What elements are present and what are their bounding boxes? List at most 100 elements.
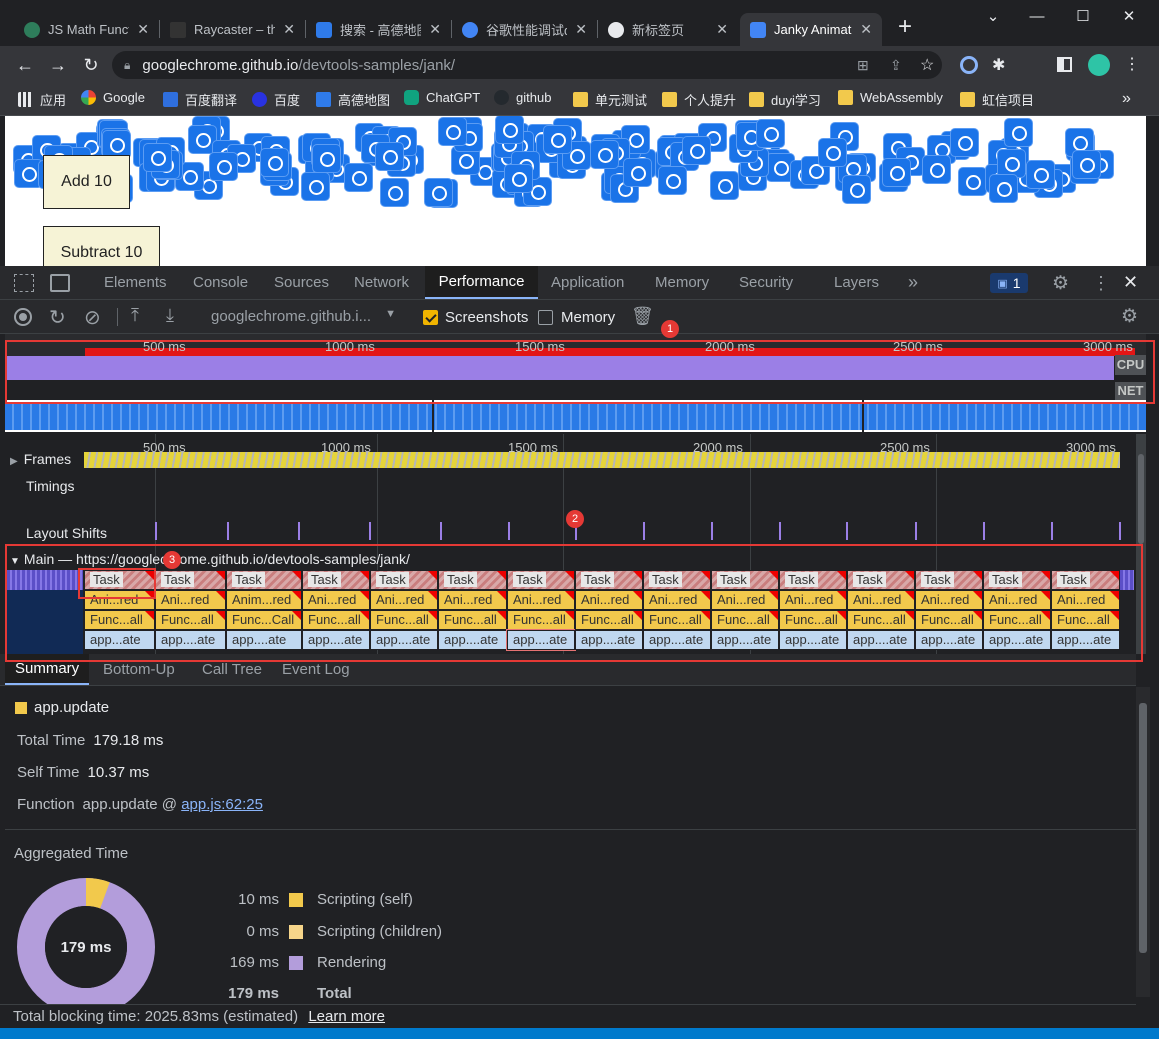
timings-label: Timings (26, 478, 75, 494)
bookmark-chatgpt[interactable]: ChatGPT (404, 90, 480, 105)
timeline-scrollbar-thumb[interactable] (1138, 454, 1144, 544)
capture-settings-gear-icon[interactable]: ⚙ (1121, 305, 1138, 328)
layout-shift-marker[interactable] (846, 522, 848, 540)
bookmark-baidu-translate[interactable]: 百度翻译 (163, 90, 237, 109)
tab-security[interactable]: Security (727, 266, 805, 299)
layout-shift-marker[interactable] (915, 522, 917, 540)
profile-avatar[interactable] (1088, 54, 1110, 76)
screenshots-checkbox[interactable]: Screenshots (423, 309, 528, 326)
issues-badge[interactable]: ▣ 1 (990, 273, 1028, 293)
summary-scrollbar-thumb[interactable] (1139, 703, 1147, 953)
tab-memory[interactable]: Memory (643, 266, 721, 299)
bookmark-folder[interactable]: duyi学习 (749, 90, 821, 109)
layout-shift-marker[interactable] (227, 522, 229, 540)
learn-more-link[interactable]: Learn more (308, 1008, 385, 1025)
bookmark-amap[interactable]: 高德地图 (316, 90, 390, 109)
download-profile-icon[interactable]: ⤓ (166, 305, 174, 326)
layout-shift-marker[interactable] (711, 522, 713, 540)
tab-layers[interactable]: Layers (822, 266, 891, 299)
layout-shift-marker[interactable] (440, 522, 442, 540)
layout-shift-marker[interactable] (1051, 522, 1053, 540)
tab-sources[interactable]: Sources (262, 266, 341, 299)
browser-menu-icon[interactable]: ⋮ (1124, 54, 1140, 74)
reload-icon[interactable]: ↻ (80, 54, 102, 76)
url-path: /devtools-samples/jank/ (298, 56, 456, 74)
close-icon[interactable]: ✕ (283, 21, 295, 38)
address-bar[interactable]: 🔒︎ googlechrome.github.io/devtools-sampl… (112, 51, 942, 79)
source-link[interactable]: app.js:62:25 (181, 796, 263, 813)
bookmark-folder[interactable]: 虹信项目 (960, 90, 1034, 109)
browser-tab[interactable]: 新标签页 ✕ (598, 13, 738, 46)
devtools-menu-icon[interactable]: ⋮ (1092, 273, 1110, 294)
function-row: Function app.update @ app.js:62:25 (17, 796, 263, 813)
forward-icon[interactable]: → (47, 54, 69, 76)
minimize-icon[interactable]: — (1014, 0, 1060, 32)
garbage-collect-icon[interactable]: 🗑︎ (631, 306, 654, 327)
layout-shift-marker[interactable] (643, 522, 645, 540)
new-tab-button[interactable]: + (893, 14, 917, 42)
browser-tab[interactable]: 搜索 - 高德地图 ✕ (306, 13, 451, 46)
close-devtools-icon[interactable]: ✕ (1123, 272, 1138, 293)
annotation-badge: 2 (566, 510, 584, 528)
add-10-button[interactable]: Add 10 (43, 155, 130, 209)
bookmark-apps[interactable]: 应用 (18, 90, 66, 109)
maximize-icon[interactable]: ☐ (1060, 0, 1106, 32)
browser-tab-bar: JS Math Functi ✕ Raycaster – th ✕ 搜索 - 高… (0, 0, 1159, 46)
share-icon[interactable]: ⇪ (890, 57, 902, 74)
tab-favicon-icon (316, 21, 332, 38)
chrome-logo-icon (882, 158, 911, 187)
inspect-element-icon[interactable] (14, 274, 34, 292)
side-panel-icon[interactable] (1057, 57, 1072, 72)
bookmark-baidu[interactable]: 百度 (252, 90, 300, 109)
more-tabs-button[interactable]: » (896, 266, 930, 299)
recording-select[interactable]: googlechrome.github.i... ▼ (211, 308, 401, 325)
bookmarks-overflow-button[interactable]: » (1122, 90, 1131, 108)
bookmark-folder[interactable]: WebAssembly (838, 90, 943, 105)
layout-shift-marker[interactable] (779, 522, 781, 540)
upload-profile-icon[interactable]: ⤒ (131, 305, 139, 326)
layout-shift-marker[interactable] (298, 522, 300, 540)
tab-performance[interactable]: Performance (425, 266, 538, 299)
bookmark-folder[interactable]: 单元测试 (573, 90, 647, 109)
layout-shift-marker[interactable] (1119, 522, 1121, 540)
tab-search-chevron-icon[interactable]: ⌄ (970, 0, 1016, 32)
browser-tab[interactable]: JS Math Functi ✕ (14, 13, 159, 46)
bookmark-star-icon[interactable]: ☆ (920, 55, 934, 75)
close-window-icon[interactable]: ✕ (1106, 0, 1152, 32)
extension-icon[interactable] (960, 56, 978, 74)
close-icon[interactable]: ✕ (429, 21, 441, 38)
lock-icon: 🔒︎ (124, 57, 131, 72)
filmstrip-divider (432, 400, 434, 432)
layout-shift-marker[interactable] (983, 522, 985, 540)
record-icon[interactable] (14, 308, 32, 326)
subtract-10-button[interactable]: Subtract 10 (43, 226, 160, 266)
frames-track[interactable]: ▶ Frames (10, 451, 71, 467)
clear-icon[interactable]: ⊘ (84, 305, 101, 330)
close-icon[interactable]: ✕ (137, 21, 149, 38)
tab-network[interactable]: Network (342, 266, 421, 299)
layout-shift-marker[interactable] (369, 522, 371, 540)
close-icon[interactable]: ✕ (860, 21, 872, 38)
bookmark-github[interactable]: github (494, 90, 551, 105)
tab-console[interactable]: Console (181, 266, 260, 299)
layout-shift-marker[interactable] (155, 522, 157, 540)
settings-gear-icon[interactable]: ⚙ (1052, 272, 1069, 295)
browser-tab[interactable]: Raycaster – th ✕ (160, 13, 305, 46)
browser-tab[interactable]: 谷歌性能调试d ✕ (452, 13, 597, 46)
tab-title: 搜索 - 高德地图 (340, 23, 422, 38)
close-icon[interactable]: ✕ (575, 21, 587, 38)
tab-application[interactable]: Application (539, 266, 636, 299)
device-toolbar-icon[interactable] (50, 274, 70, 292)
reload-record-icon[interactable]: ↻ (49, 305, 66, 330)
extensions-puzzle-icon[interactable]: ✱ (992, 55, 1005, 75)
layout-shift-marker[interactable] (508, 522, 510, 540)
bookmark-folder[interactable]: 个人提升 (662, 90, 736, 109)
bookmark-google[interactable]: Google (81, 90, 145, 105)
translate-icon[interactable]: ⊞ (857, 57, 869, 74)
tab-elements[interactable]: Elements (92, 266, 179, 299)
close-icon[interactable]: ✕ (716, 21, 728, 38)
back-icon[interactable]: ← (14, 54, 36, 76)
summary-title: app.update (15, 699, 109, 716)
browser-tab-active[interactable]: Janky Animati ✕ (740, 13, 882, 46)
memory-checkbox[interactable]: Memory (538, 309, 615, 326)
